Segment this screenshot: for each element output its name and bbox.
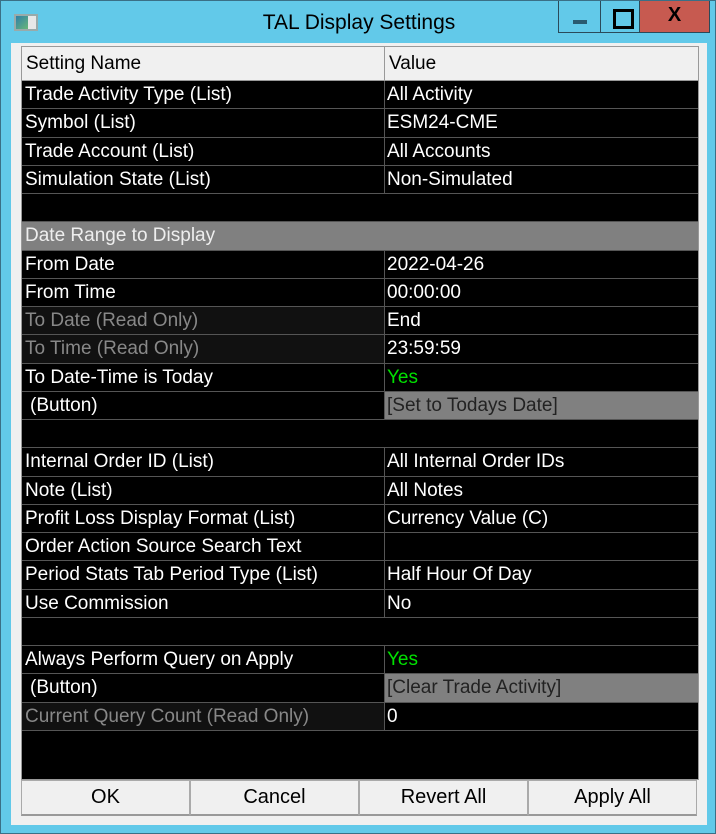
setting-name[interactable]: To Time (Read Only) (22, 335, 385, 363)
setting-name[interactable]: Order Action Source Search Text (22, 533, 385, 561)
setting-value[interactable]: Yes (385, 364, 698, 391)
setting-value[interactable]: Non-Simulated (385, 166, 698, 193)
setting-value[interactable]: All Accounts (385, 138, 698, 165)
setting-name[interactable]: Note (List) (22, 476, 385, 504)
setting-name[interactable]: Profit Loss Display Format (List) (22, 504, 385, 532)
setting-value[interactable] (385, 533, 698, 560)
setting-name[interactable]: Internal Order ID (List) (22, 448, 385, 476)
close-icon: X (667, 4, 682, 26)
setting-row[interactable]: To Date-Time is Today Yes (22, 363, 698, 392)
setting-name[interactable]: Period Stats Tab Period Type (List) (22, 561, 385, 589)
empty-row[interactable] (22, 618, 698, 646)
minimize-button[interactable] (558, 1, 601, 33)
setting-row[interactable]: From Date 2022-04-26 (22, 250, 698, 279)
setting-row[interactable]: Simulation State (List) Non-Simulated (22, 165, 698, 194)
setting-name[interactable]: From Date (22, 250, 385, 278)
maximize-button[interactable] (600, 1, 640, 33)
setting-value[interactable]: 00:00:00 (385, 279, 698, 306)
action-button[interactable]: [Set to Todays Date] (385, 391, 698, 419)
setting-name[interactable]: Symbol (List) (22, 109, 385, 137)
setting-row[interactable]: To Date (Read Only) End (22, 307, 698, 336)
close-button[interactable]: X (639, 1, 710, 33)
setting-name[interactable]: Current Query Count (Read Only) (22, 702, 385, 730)
header-value[interactable]: Value (385, 47, 698, 80)
setting-value[interactable]: Yes (385, 646, 698, 673)
settings-grid: Setting Name Value Trade Activity Type (… (21, 46, 699, 780)
setting-value[interactable]: 23:59:59 (385, 335, 698, 362)
setting-value[interactable]: Currency Value (C) (385, 505, 698, 532)
header-setting-name[interactable]: Setting Name (22, 47, 385, 80)
setting-value[interactable]: 2022-04-26 (385, 251, 698, 278)
action-button[interactable]: [Clear Trade Activity] (385, 674, 698, 702)
setting-value[interactable]: All Activity (385, 81, 698, 108)
setting-name[interactable]: Trade Account (List) (22, 137, 385, 165)
setting-row[interactable]: Symbol (List) ESM24-CME (22, 109, 698, 138)
setting-row[interactable]: Trade Account (List) All Accounts (22, 137, 698, 166)
setting-name[interactable]: From Time (22, 278, 385, 306)
setting-name[interactable]: (Button) (22, 674, 385, 702)
setting-row[interactable]: Internal Order ID (List) All Internal Ord… (22, 448, 698, 477)
setting-name[interactable]: To Date (Read Only) (22, 307, 385, 335)
setting-row[interactable]: Always Perform Query on Apply Yes (22, 646, 698, 675)
setting-name[interactable]: Simulation State (List) (22, 165, 385, 193)
setting-row[interactable]: (Button) [Set to Todays Date] (22, 391, 698, 420)
setting-name[interactable]: Trade Activity Type (List) (22, 81, 385, 109)
setting-name[interactable]: (Button) (22, 391, 385, 419)
setting-row[interactable]: Trade Activity Type (List) All Activity (22, 81, 698, 110)
ok-button[interactable]: OK (21, 780, 190, 816)
setting-row[interactable]: Order Action Source Search Text (22, 533, 698, 562)
setting-name[interactable]: Always Perform Query on Apply (22, 646, 385, 674)
setting-value[interactable]: 0 (385, 703, 698, 730)
button-bar: OK Cancel Revert All Apply All (21, 780, 697, 816)
setting-row[interactable]: Profit Loss Display Format (List) Currenc… (22, 504, 698, 533)
setting-row[interactable]: Use Commission No (22, 589, 698, 618)
setting-row[interactable]: To Time (Read Only) 23:59:59 (22, 335, 698, 364)
revert-all-button[interactable]: Revert All (359, 780, 528, 816)
setting-value[interactable]: Half Hour Of Day (385, 561, 698, 588)
empty-row[interactable] (22, 420, 698, 449)
setting-value[interactable]: All Internal Order IDs (385, 448, 698, 475)
section-header[interactable]: Date Range to Display (22, 222, 698, 251)
setting-value[interactable]: End (385, 307, 698, 334)
empty-row[interactable] (22, 194, 698, 223)
setting-row[interactable]: Note (List) All Notes (22, 476, 698, 505)
title-bar: TAL Display Settings X (1, 1, 716, 43)
grid-header: Setting Name Value (22, 47, 698, 81)
setting-value[interactable]: No (385, 590, 698, 617)
cancel-button[interactable]: Cancel (190, 780, 359, 816)
setting-name[interactable]: To Date-Time is Today (22, 363, 385, 391)
setting-value[interactable]: ESM24-CME (385, 109, 698, 136)
setting-value[interactable]: All Notes (385, 477, 698, 504)
setting-row[interactable]: From Time 00:00:00 (22, 278, 698, 307)
setting-row[interactable]: (Button) [Clear Trade Activity] (22, 674, 698, 703)
setting-name[interactable]: Use Commission (22, 589, 385, 617)
setting-row[interactable]: Period Stats Tab Period Type (List) Half … (22, 561, 698, 590)
apply-all-button[interactable]: Apply All (528, 780, 697, 816)
setting-row[interactable]: Current Query Count (Read Only) 0 (22, 702, 698, 731)
